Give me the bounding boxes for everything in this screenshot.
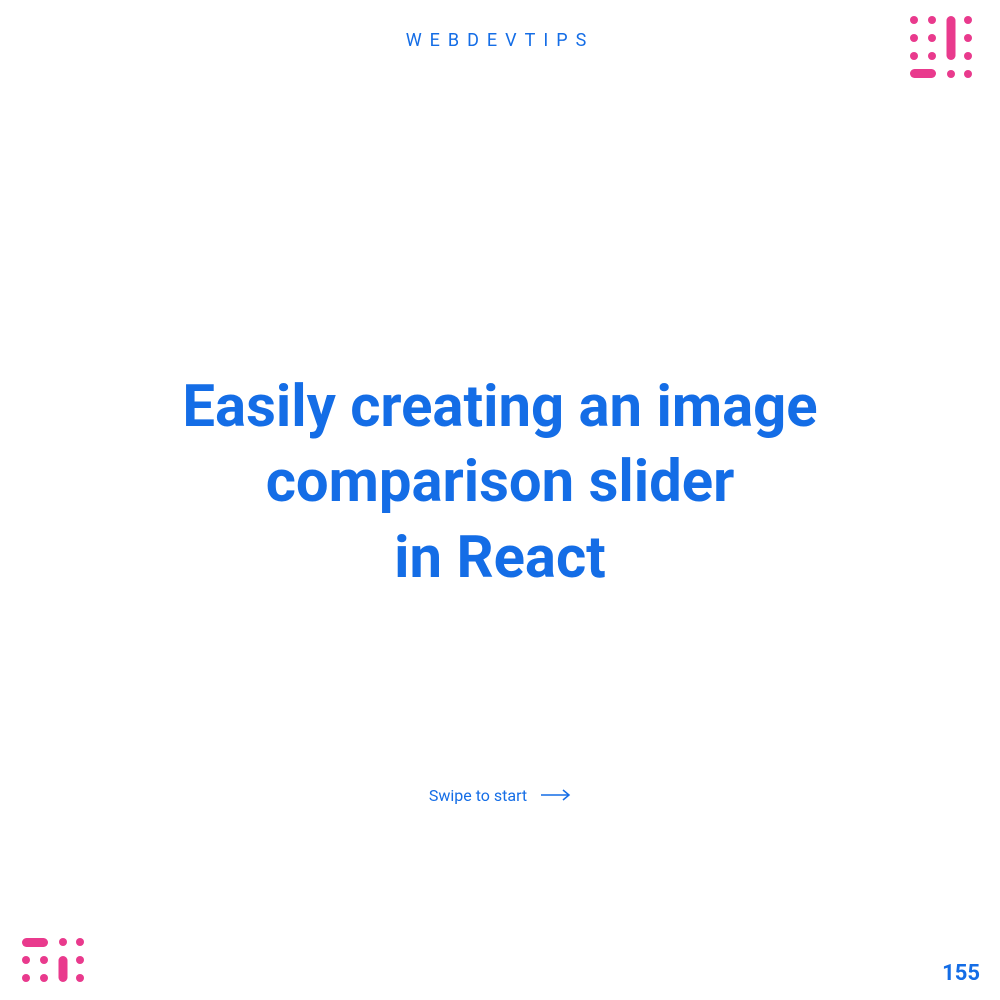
main-title: Easily creating an imagecomparison slide… [0, 370, 1000, 596]
page-number: 155 [942, 961, 980, 986]
decorative-dots-bottom-left-icon [20, 936, 92, 986]
swipe-label: Swipe to start [429, 786, 527, 805]
swipe-cta[interactable]: Swipe to start [0, 786, 1000, 805]
header-brand: WEBDEVTIPS [0, 30, 1000, 51]
arrow-right-icon [541, 786, 571, 805]
decorative-dots-top-right-icon [908, 14, 980, 86]
